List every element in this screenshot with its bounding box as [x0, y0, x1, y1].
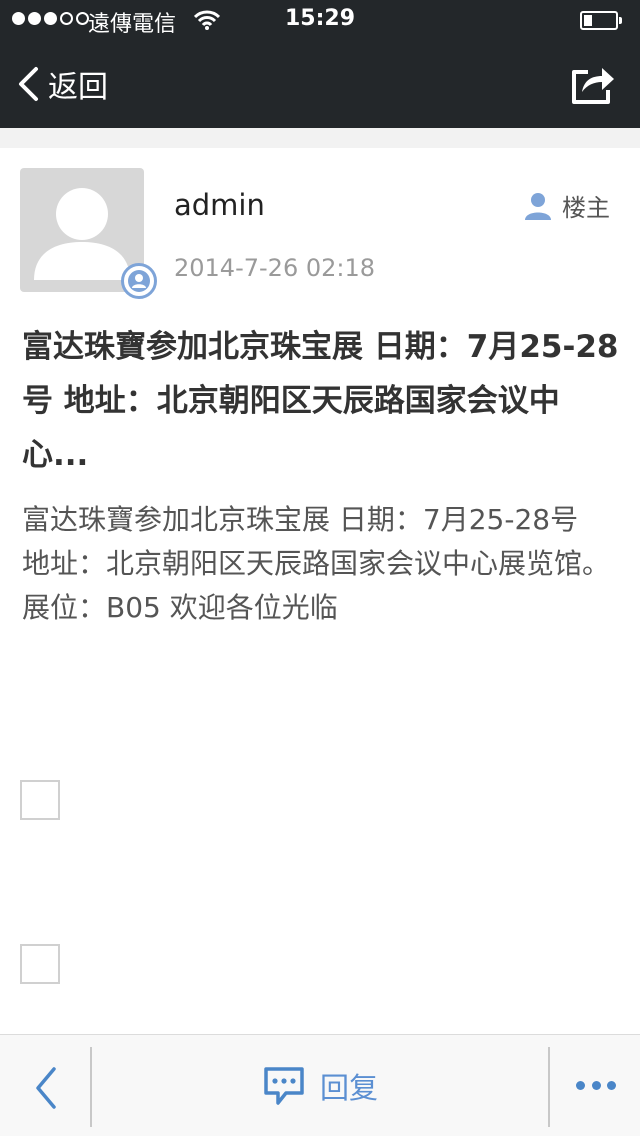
post-body-line: 展位：B05 欢迎各位光临 [22, 591, 338, 624]
post-body-line: 富达珠寶参加北京珠宝展 日期：7月25-28号 [22, 503, 579, 536]
nav-bar: 返回 [0, 40, 640, 128]
chat-bubble-icon [264, 1067, 304, 1105]
back-label: 返回 [48, 70, 108, 105]
battery-icon [580, 11, 622, 30]
chevron-left-icon [19, 67, 38, 101]
bottom-toolbar: 回复 [0, 1034, 640, 1136]
author-tag: 楼主 [524, 188, 610, 223]
toolbar-back-icon[interactable] [24, 1061, 68, 1111]
post-body: 富达珠寶参加北京珠宝展 日期：7月25-28号 地址：北京朝阳区天辰路国家会议中… [22, 498, 622, 630]
user-badge-icon [121, 263, 157, 299]
post-author-name[interactable]: admin [174, 188, 265, 222]
share-icon[interactable] [570, 62, 616, 106]
reply-button[interactable]: 回复 [262, 1059, 378, 1113]
post-body-line: 地址：北京朝阳区天辰路国家会议中心展览馆。 [22, 547, 611, 580]
battery-fill [584, 15, 592, 26]
status-time: 15:29 [284, 6, 356, 31]
more-dots-icon[interactable] [576, 1065, 616, 1105]
status-bar: 遠傳電信 15:29 [0, 0, 640, 40]
author-tag-label: 楼主 [562, 194, 610, 222]
image-placeholder[interactable] [20, 780, 60, 820]
toolbar-divider [548, 1047, 550, 1127]
reply-label: 回复 [320, 1071, 379, 1105]
post-title: 富达珠寶参加北京珠宝展 日期：7月25-28号 地址：北京朝阳区天辰路国家会议中… [22, 329, 619, 473]
back-button[interactable]: 返回 [16, 62, 108, 106]
toolbar-divider [90, 1047, 92, 1127]
image-placeholder[interactable] [20, 944, 60, 984]
post-date: 2014-7-26 02:18 [174, 254, 375, 282]
person-icon [525, 192, 551, 220]
